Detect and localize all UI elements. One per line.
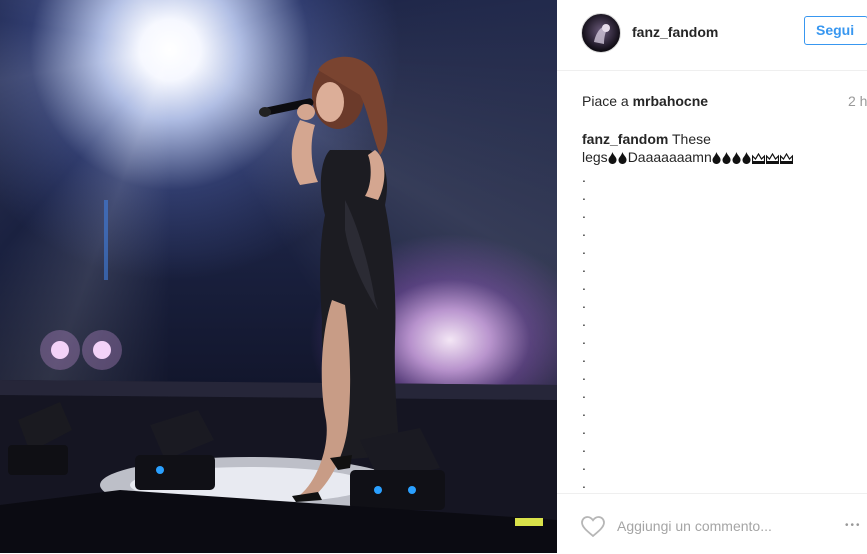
caption-username[interactable]: fanz_fandom xyxy=(582,131,668,147)
caption-dot: . xyxy=(582,205,586,221)
caption-dot: . xyxy=(582,349,586,365)
fire-emoji-icon xyxy=(618,150,627,168)
crown-emoji-icon xyxy=(765,150,779,168)
caption-dot: . xyxy=(582,259,586,275)
fire-emoji-icon xyxy=(608,150,617,168)
caption-dot: . xyxy=(582,223,586,239)
post-caption: fanz_fandom These legs Daaaaaaamn xyxy=(582,130,852,168)
crown-emoji-icon xyxy=(779,150,793,168)
fire-emoji-icon xyxy=(742,150,751,168)
more-options-icon[interactable]: ••• xyxy=(845,520,862,531)
liked-by-user[interactable]: mrbahocne xyxy=(633,93,708,109)
comment-input[interactable]: Aggiungi un commento... xyxy=(617,518,772,534)
post-details-panel: fanz_fandom Segui Piace a mrbahocne 2 h … xyxy=(557,0,867,553)
likes-prefix: Piace a xyxy=(582,93,629,109)
caption-dot: . xyxy=(582,457,586,473)
post-header: fanz_fandom Segui xyxy=(557,0,867,71)
caption-dot: . xyxy=(582,187,586,203)
post-username[interactable]: fanz_fandom xyxy=(632,24,718,40)
caption-dot: . xyxy=(582,439,586,455)
caption-text-legs: legs xyxy=(582,149,608,165)
post-actions-bar: Aggiungi un commento... ••• xyxy=(557,493,867,554)
likes-summary: Piace a mrbahocne xyxy=(582,93,708,109)
caption-dot: . xyxy=(582,313,586,329)
caption-dot: . xyxy=(582,367,586,383)
avatar[interactable] xyxy=(581,13,621,53)
caption-dot: . xyxy=(582,169,586,185)
fire-emoji-icon xyxy=(722,150,731,168)
caption-text-daaamn: Daaaaaaamn xyxy=(627,149,712,165)
heart-icon[interactable] xyxy=(581,516,605,542)
post-timestamp[interactable]: 2 h xyxy=(848,93,867,109)
fire-emoji-icon xyxy=(712,150,721,168)
caption-dot: . xyxy=(582,331,586,347)
concert-scene xyxy=(0,56,557,553)
caption-dot: . xyxy=(582,277,586,293)
caption-dot: . xyxy=(582,403,586,419)
follow-button[interactable]: Segui xyxy=(804,16,867,45)
crown-emoji-icon xyxy=(751,150,765,168)
caption-dot: . xyxy=(582,295,586,311)
caption-dot: . xyxy=(582,475,586,491)
caption-dot: . xyxy=(582,421,586,437)
caption-dot: . xyxy=(582,385,586,401)
caption-text-line1: These xyxy=(671,131,711,147)
post-photo[interactable] xyxy=(0,0,557,553)
caption-dot: . xyxy=(582,241,586,257)
avatar-image xyxy=(594,24,610,44)
caption-dots: . . . . . . . . . . . . . . . . . . xyxy=(582,168,586,492)
fire-emoji-icon xyxy=(732,150,741,168)
